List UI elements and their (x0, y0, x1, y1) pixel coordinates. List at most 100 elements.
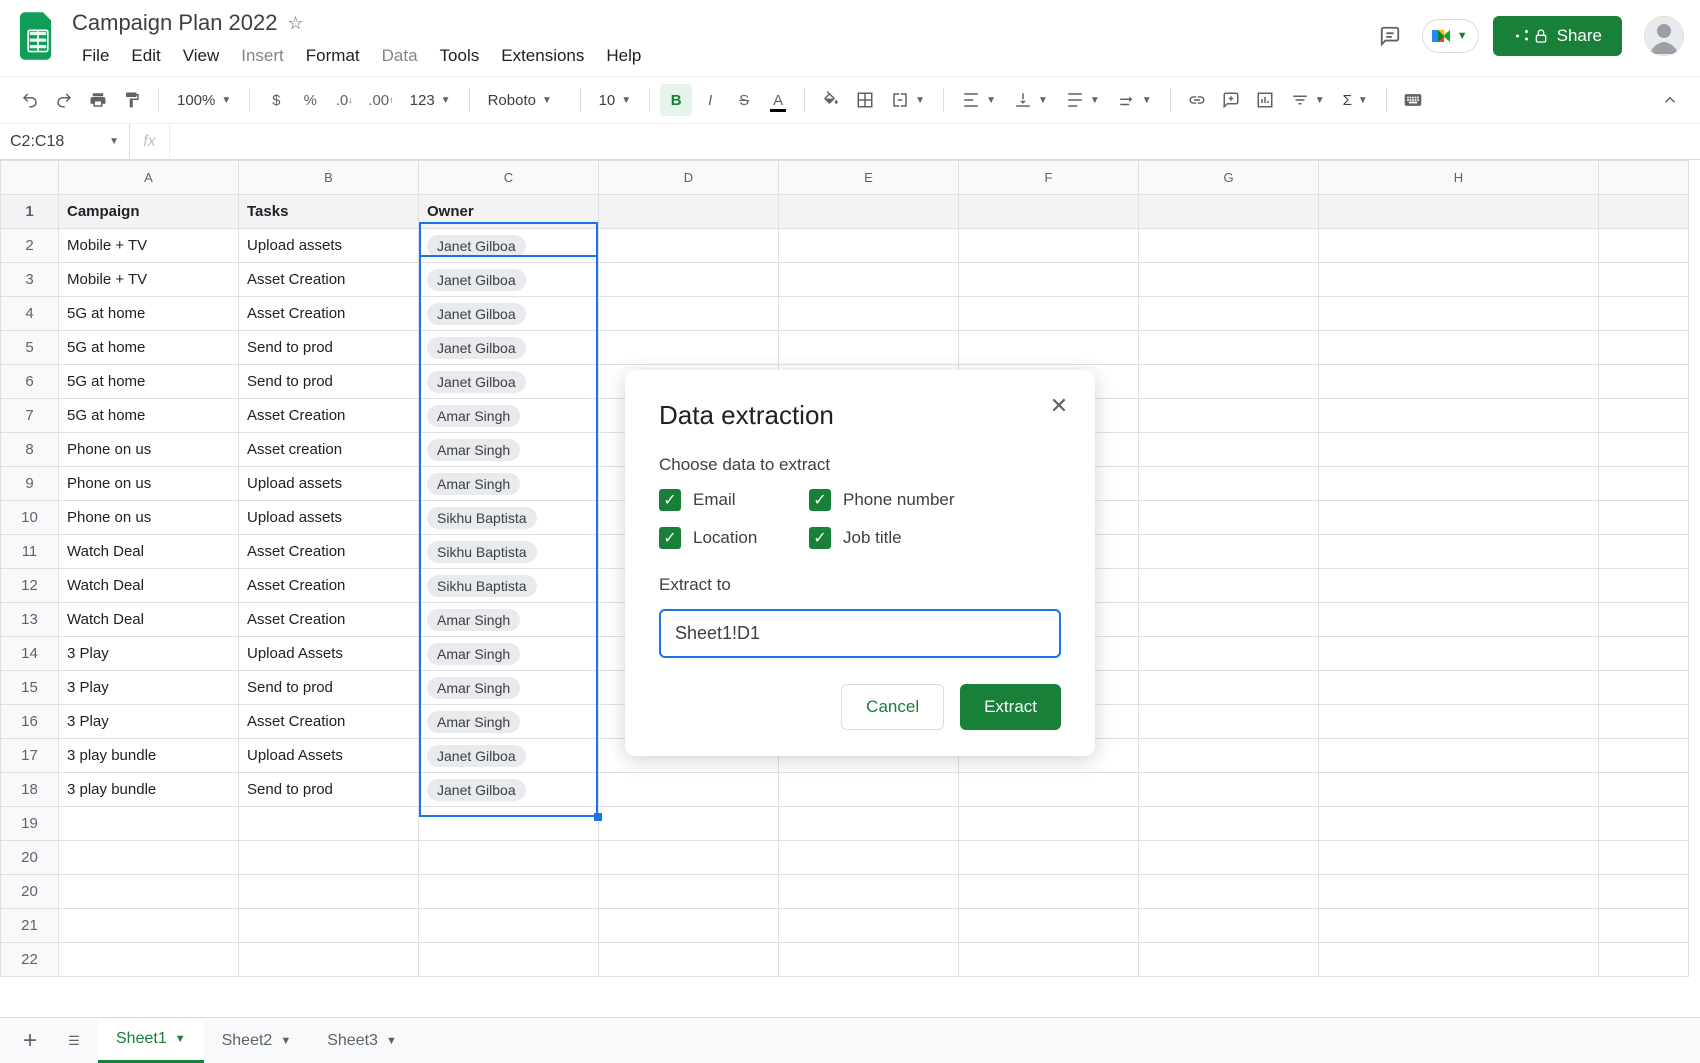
functions-dropdown[interactable]: Σ▼ (1335, 84, 1376, 116)
cell[interactable] (1319, 807, 1599, 841)
cell[interactable] (599, 909, 779, 943)
cell[interactable] (1139, 875, 1319, 909)
cell[interactable]: Mobile + TV (59, 263, 239, 297)
cell[interactable]: Upload Assets (239, 739, 419, 773)
cell[interactable]: Upload assets (239, 229, 419, 263)
percent-icon[interactable]: % (294, 84, 326, 116)
merge-cells-dropdown[interactable]: ▼ (883, 84, 933, 116)
owner-chip[interactable]: Amar Singh (427, 711, 520, 733)
cell[interactable] (1599, 467, 1689, 501)
cell[interactable]: Phone on us (59, 467, 239, 501)
col-header-blank[interactable] (1599, 161, 1689, 195)
sheet-tab-sheet1[interactable]: Sheet1 ▼ (98, 1019, 204, 1063)
cell[interactable] (1599, 705, 1689, 739)
cell[interactable] (1139, 671, 1319, 705)
cell[interactable]: Janet Gilboa (419, 263, 599, 297)
cell[interactable] (419, 841, 599, 875)
cell[interactable] (239, 807, 419, 841)
cell[interactable] (1319, 705, 1599, 739)
cell[interactable] (1319, 297, 1599, 331)
cell[interactable] (1319, 637, 1599, 671)
insert-comment-icon[interactable] (1215, 84, 1247, 116)
checkbox-email[interactable]: ✓Email (659, 489, 799, 511)
currency-icon[interactable]: $ (260, 84, 292, 116)
cell[interactable]: 5G at home (59, 399, 239, 433)
cell[interactable]: Tasks (239, 195, 419, 229)
all-sheets-icon[interactable]: ☰ (54, 1021, 94, 1061)
cell[interactable]: 3 play bundle (59, 773, 239, 807)
cell[interactable] (1319, 739, 1599, 773)
insert-link-icon[interactable] (1181, 84, 1213, 116)
vertical-align-dropdown[interactable]: ▼ (1006, 84, 1056, 116)
cell[interactable] (1319, 943, 1599, 977)
cell[interactable]: Upload Assets (239, 637, 419, 671)
menu-insert[interactable]: Insert (231, 42, 294, 70)
row-header-5[interactable]: 5 (1, 331, 59, 365)
extract-button[interactable]: Extract (960, 684, 1061, 730)
col-header-H[interactable]: H (1319, 161, 1599, 195)
cell[interactable]: Asset Creation (239, 603, 419, 637)
cell[interactable]: Amar Singh (419, 671, 599, 705)
menu-file[interactable]: File (72, 42, 119, 70)
menu-extensions[interactable]: Extensions (491, 42, 594, 70)
owner-chip[interactable]: Janet Gilboa (427, 371, 526, 393)
cell[interactable] (779, 263, 959, 297)
cell[interactable] (779, 773, 959, 807)
cell[interactable] (1139, 909, 1319, 943)
cell[interactable] (59, 943, 239, 977)
cell[interactable] (599, 807, 779, 841)
cell[interactable] (1599, 331, 1689, 365)
cell[interactable]: Send to prod (239, 365, 419, 399)
cell[interactable]: Asset Creation (239, 263, 419, 297)
owner-chip[interactable]: Janet Gilboa (427, 337, 526, 359)
col-header-G[interactable]: G (1139, 161, 1319, 195)
cell[interactable] (1319, 229, 1599, 263)
row-header-17[interactable]: 17 (1, 739, 59, 773)
cell[interactable] (59, 875, 239, 909)
cell[interactable] (779, 909, 959, 943)
cell[interactable] (1139, 807, 1319, 841)
sheets-logo[interactable] (16, 8, 60, 64)
cell[interactable] (1319, 467, 1599, 501)
cell[interactable] (959, 331, 1139, 365)
cell[interactable] (1599, 195, 1689, 229)
cell[interactable] (1599, 365, 1689, 399)
row-header-1[interactable]: 1 (1, 195, 59, 229)
cell[interactable] (1319, 501, 1599, 535)
menu-help[interactable]: Help (596, 42, 651, 70)
cell[interactable] (959, 841, 1139, 875)
cell[interactable]: 3 Play (59, 705, 239, 739)
text-rotation-dropdown[interactable]: ▼ (1110, 84, 1160, 116)
cell[interactable]: Janet Gilboa (419, 331, 599, 365)
cell[interactable] (779, 297, 959, 331)
text-wrap-dropdown[interactable]: ▼ (1058, 84, 1108, 116)
owner-chip[interactable]: Janet Gilboa (427, 303, 526, 325)
row-header-3[interactable]: 3 (1, 263, 59, 297)
row-header-14[interactable]: 14 (1, 637, 59, 671)
cell[interactable] (1599, 569, 1689, 603)
close-icon[interactable]: ✕ (1045, 392, 1073, 420)
owner-chip[interactable]: Amar Singh (427, 439, 520, 461)
cell[interactable]: Asset Creation (239, 297, 419, 331)
col-header-D[interactable]: D (599, 161, 779, 195)
cell[interactable] (239, 841, 419, 875)
cell[interactable] (959, 807, 1139, 841)
cell[interactable]: Amar Singh (419, 399, 599, 433)
menu-format[interactable]: Format (296, 42, 370, 70)
cell[interactable] (1599, 773, 1689, 807)
cell[interactable] (1139, 773, 1319, 807)
cell[interactable] (1139, 195, 1319, 229)
row-header-9[interactable]: 9 (1, 467, 59, 501)
sheet-tab-sheet2[interactable]: Sheet2 ▼ (204, 1019, 310, 1063)
cell[interactable] (779, 841, 959, 875)
cell[interactable] (239, 875, 419, 909)
text-color-icon[interactable]: A (762, 84, 794, 116)
cell[interactable] (1599, 433, 1689, 467)
cell[interactable] (1139, 263, 1319, 297)
cell[interactable] (959, 909, 1139, 943)
cell[interactable] (599, 773, 779, 807)
cell[interactable] (1599, 875, 1689, 909)
cell[interactable] (1319, 263, 1599, 297)
cell[interactable]: 3 play bundle (59, 739, 239, 773)
cell[interactable] (599, 297, 779, 331)
